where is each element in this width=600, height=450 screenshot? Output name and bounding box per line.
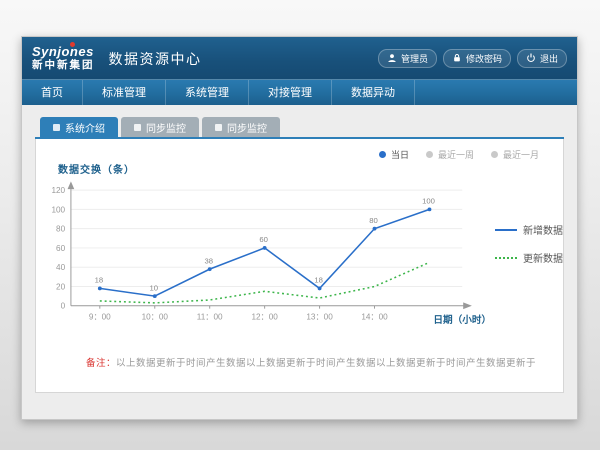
nav-item-2[interactable]: 标准管理 [83, 80, 166, 105]
app-window: Synjones 新中新集团 数据资源中心 管理员修改密码退出 首页标准管理系统… [21, 36, 578, 420]
content-panel: 当日 最近一周 最近一月 数据交换（条） 0 20 40 60 80 100 120 9：00 10… [35, 139, 564, 393]
svg-text:100: 100 [422, 197, 435, 206]
tab-bar: 系统介绍 同步监控 同步监控 [35, 117, 564, 139]
legend-dot-icon [379, 151, 386, 158]
svg-text:9：00: 9：00 [89, 312, 111, 321]
svg-text:38: 38 [204, 256, 213, 265]
legend-dot-icon [491, 151, 498, 158]
svg-text:10：00: 10：00 [142, 312, 169, 321]
legend-filter-label: 最近一月 [503, 148, 539, 161]
line-sample-icon [495, 229, 517, 231]
legend-dot-icon [426, 151, 433, 158]
time-filter-legend: 当日 最近一周 最近一月 [379, 148, 539, 161]
svg-text:40: 40 [56, 263, 66, 272]
svg-text:11：00: 11：00 [197, 312, 223, 321]
lock-icon [452, 53, 462, 63]
svg-text:18: 18 [314, 276, 323, 285]
nav-item-4[interactable]: 对接管理 [249, 80, 332, 105]
tab-1[interactable]: 系统介绍 [40, 117, 118, 137]
action-label: 退出 [540, 52, 558, 65]
svg-text:80: 80 [56, 225, 66, 234]
admin-button[interactable]: 管理员 [378, 49, 437, 68]
tab-icon [134, 124, 141, 131]
series-name: 更新数据 [523, 250, 563, 265]
action-label: 管理员 [401, 52, 428, 65]
tab-label: 同步监控 [227, 120, 267, 135]
change-password-button[interactable]: 修改密码 [443, 49, 511, 68]
tab-3[interactable]: 同步监控 [202, 117, 280, 137]
power-icon [526, 53, 536, 63]
footnote-text: 以上数据更新于时间产生数据以上数据更新于时间产生数据以上数据更新于时间产生数据更… [116, 358, 536, 369]
logo-text: Synjones [32, 45, 95, 59]
footnote: 备注：以上数据更新于时间产生数据以上数据更新于时间产生数据以上数据更新于时间产生… [36, 355, 563, 369]
nav-item-1[interactable]: 首页 [22, 80, 83, 105]
tab-icon [53, 124, 60, 131]
series-legend-item-1: 新增数据 [495, 222, 563, 237]
svg-text:10: 10 [150, 283, 159, 292]
svg-text:12：00: 12：00 [251, 312, 278, 321]
svg-text:0: 0 [61, 302, 66, 311]
legend-filter-label: 当日 [391, 148, 409, 161]
logo: Synjones 新中新集团 [32, 45, 95, 72]
logo-brand: Synjones [32, 44, 94, 59]
svg-text:60: 60 [259, 235, 268, 244]
legend-filter-1[interactable]: 当日 [379, 148, 409, 161]
svg-text:100: 100 [51, 205, 65, 214]
page-title: 数据资源中心 [109, 49, 202, 69]
svg-text:20: 20 [56, 282, 66, 291]
nav-item-3[interactable]: 系统管理 [166, 80, 249, 105]
legend-filter-label: 最近一周 [438, 148, 474, 161]
series-name: 新增数据 [523, 222, 563, 237]
svg-text:60: 60 [56, 244, 66, 253]
tab-icon [215, 124, 222, 131]
svg-text:120: 120 [51, 186, 65, 195]
y-axis-title: 数据交换（条） [58, 161, 563, 176]
line-chart: 0 20 40 60 80 100 120 9：00 10：00 11：00 12：00 13：00 1… [42, 178, 495, 341]
app-header: Synjones 新中新集团 数据资源中心 管理员 修改密码 退出 [22, 37, 577, 79]
user-icon [387, 53, 397, 63]
legend-filter-3[interactable]: 最近一月 [491, 148, 539, 161]
action-label: 修改密码 [466, 52, 502, 65]
logo-accent-dot [70, 42, 75, 47]
logout-button[interactable]: 退出 [517, 49, 567, 68]
svg-text:14：00: 14：00 [361, 312, 388, 321]
svg-text:日期（小时）: 日期（小时） [433, 314, 491, 326]
chart-wrap: 0 20 40 60 80 100 120 9：00 10：00 11：00 12：00 13：00 1… [36, 178, 563, 341]
user-actions: 管理员 修改密码 退出 [378, 49, 567, 68]
series-legend-item-2: 更新数据 [495, 250, 563, 265]
tab-2[interactable]: 同步监控 [121, 117, 199, 137]
tab-label: 系统介绍 [65, 120, 105, 135]
line-sample-icon [495, 257, 517, 259]
svg-text:18: 18 [95, 276, 104, 285]
nav-item-5[interactable]: 数据异动 [332, 80, 415, 105]
tab-label: 同步监控 [146, 120, 186, 135]
svg-text:13：00: 13：00 [306, 312, 333, 321]
main-nav: 首页标准管理系统管理对接管理数据异动 [22, 79, 577, 105]
svg-text:80: 80 [369, 216, 378, 225]
logo-subtext: 新中新集团 [32, 60, 95, 72]
footnote-label: 备注： [86, 358, 116, 369]
legend-filter-2[interactable]: 最近一周 [426, 148, 474, 161]
content-area: 系统介绍 同步监控 同步监控 当日 最近一周 最近一月 数据交换（条） 0 20 40 60 8… [22, 105, 577, 419]
series-legend: 新增数据更新数据 [495, 222, 563, 341]
